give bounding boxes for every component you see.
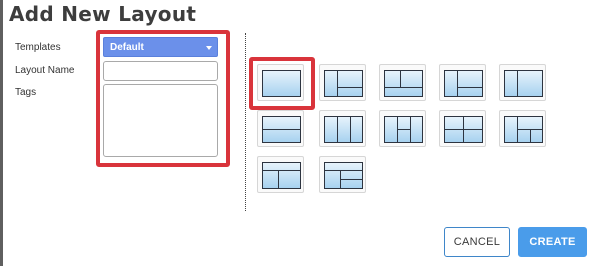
- layout-left-plus-two-right-icon: [324, 70, 363, 97]
- tags-label: Tags: [15, 87, 37, 98]
- layout-two-columns-icon: [504, 70, 543, 97]
- templates-select-value: Default: [110, 42, 144, 53]
- cancel-button[interactable]: CANCEL: [444, 227, 510, 257]
- layout-name-label: Layout Name: [15, 65, 75, 76]
- selected-layout-highlight: [249, 57, 315, 110]
- layout-tile-left-plus-right-stack[interactable]: [499, 110, 546, 147]
- layout-grid-2x2-variant-icon: [384, 116, 423, 143]
- chevron-down-icon: [206, 46, 212, 50]
- layout-tile-two-rows[interactable]: [257, 110, 304, 147]
- layout-tile-top-split-plus-bottom[interactable]: [379, 64, 426, 101]
- templates-label: Templates: [15, 42, 61, 53]
- create-button[interactable]: CREATE: [518, 227, 587, 257]
- layout-left-plus-right-stack-icon: [504, 116, 543, 143]
- section-divider: [245, 33, 246, 211]
- layout-tile-three-columns-variant[interactable]: [439, 64, 486, 101]
- layout-tile-two-columns[interactable]: [499, 64, 546, 101]
- layout-name-input[interactable]: [103, 61, 218, 81]
- layout-two-rows-icon: [262, 116, 301, 143]
- layout-tile-grid-2x2-variant[interactable]: [379, 110, 426, 147]
- layout-tile-top-plus-left-and-right-stack[interactable]: [319, 156, 366, 193]
- layout-tile-three-columns[interactable]: [319, 110, 366, 147]
- layout-tile-top-plus-bottom-split[interactable]: [257, 156, 304, 193]
- layout-tile-quad-grid[interactable]: [439, 110, 486, 147]
- layout-top-split-plus-bottom-icon: [384, 70, 423, 97]
- layout-three-columns-icon: [324, 116, 363, 143]
- layout-top-plus-left-and-right-stack-icon: [324, 162, 363, 189]
- layout-top-plus-bottom-split-icon: [262, 162, 301, 189]
- tags-textarea[interactable]: [103, 84, 218, 157]
- layout-quad-grid-icon: [444, 116, 483, 143]
- window-edge: [0, 0, 3, 266]
- layout-tile-left-plus-two-right[interactable]: [319, 64, 366, 101]
- dialog-title: Add New Layout: [9, 2, 197, 26]
- templates-select[interactable]: Default: [103, 37, 218, 57]
- layout-three-columns-variant-icon: [444, 70, 483, 97]
